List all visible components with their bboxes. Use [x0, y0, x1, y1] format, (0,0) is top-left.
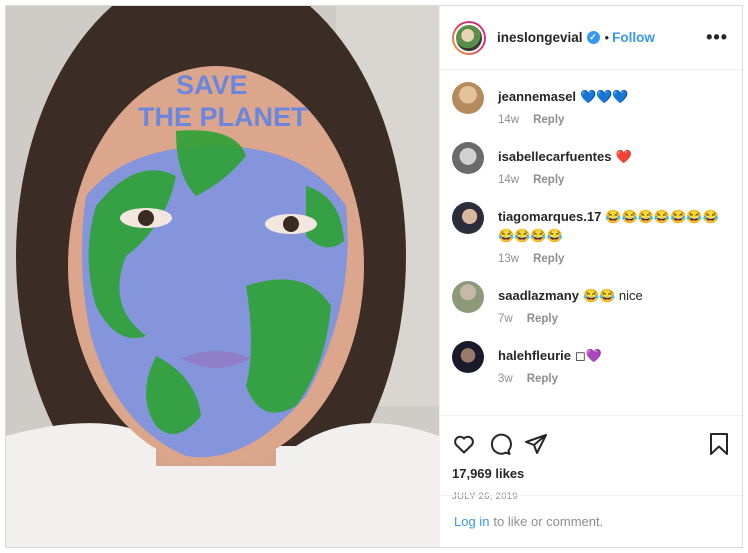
- comment-text: ◻💜: [574, 348, 602, 363]
- commenter-avatar[interactable]: [452, 142, 484, 174]
- comment-time: 13w: [498, 253, 520, 265]
- comment-item: halehfleurie ◻💜 3w Reply: [452, 339, 730, 385]
- commenter-username[interactable]: saadlazmany: [498, 288, 579, 303]
- selfie-face-paint-image: SAVE THE PLANET: [6, 6, 439, 547]
- comment-text: 💙💙💙: [580, 89, 629, 104]
- commenter-username[interactable]: tiagomarques.17: [498, 209, 601, 224]
- comment-item: saadlazmany 😂😂 nice 7w Reply: [452, 279, 730, 325]
- reply-button[interactable]: Reply: [527, 313, 558, 325]
- comments-list: jeannemasel 💙💙💙 14w Reply isabellecarfuent…: [440, 70, 742, 415]
- commenter-username[interactable]: isabellecarfuentes: [498, 149, 611, 164]
- likes-count[interactable]: 17,969 likes: [452, 466, 730, 481]
- post-photo[interactable]: SAVE THE PLANET: [6, 6, 439, 547]
- reply-button[interactable]: Reply: [533, 174, 564, 186]
- comment-time: 3w: [498, 373, 513, 385]
- author-avatar[interactable]: [452, 20, 486, 55]
- comment-item: isabellecarfuentes ❤️ 14w Reply: [452, 140, 730, 186]
- commenter-avatar[interactable]: [452, 202, 484, 234]
- commenter-avatar[interactable]: [452, 281, 484, 313]
- comment-item: jeannemasel 💙💙💙 14w Reply: [452, 80, 730, 126]
- post-actions: 17,969 likes JULY 26, 2019: [440, 415, 742, 502]
- login-link[interactable]: Log in: [454, 514, 489, 529]
- comment-icon[interactable]: [488, 432, 512, 456]
- login-prompt-text: to like or comment.: [493, 514, 604, 529]
- comment-time: 14w: [498, 174, 520, 186]
- commenter-username[interactable]: halehfleurie: [498, 348, 571, 363]
- instagram-post: SAVE THE PLANET ineslongevial ✓ • Follow…: [5, 5, 743, 548]
- comment-time: 14w: [498, 114, 520, 126]
- bookmark-icon[interactable]: [708, 432, 730, 456]
- post-header: ineslongevial ✓ • Follow •••: [440, 6, 742, 70]
- heart-icon[interactable]: [452, 432, 476, 456]
- author-username[interactable]: ineslongevial: [497, 30, 583, 45]
- comment-time: 7w: [498, 313, 513, 325]
- reply-button[interactable]: Reply: [527, 373, 558, 385]
- comment-item: tiagomarques.17 😂😂😂😂😂😂😂😂😂😂😂 13w Reply: [452, 200, 730, 265]
- more-options-icon[interactable]: •••: [706, 27, 728, 48]
- follow-button[interactable]: Follow: [612, 30, 655, 45]
- share-icon[interactable]: [524, 432, 548, 456]
- commenter-avatar[interactable]: [452, 82, 484, 114]
- post-sidebar: ineslongevial ✓ • Follow ••• jeannemasel…: [439, 6, 742, 547]
- login-prompt: Log in to like or comment.: [440, 495, 742, 547]
- commenter-avatar[interactable]: [452, 341, 484, 373]
- forehead-text-save: SAVE: [176, 70, 248, 100]
- comment-text: ❤️: [615, 149, 632, 164]
- reply-button[interactable]: Reply: [533, 114, 564, 126]
- separator-dot: •: [604, 30, 610, 45]
- commenter-username[interactable]: jeannemasel: [498, 89, 576, 104]
- comment-text: 😂😂 nice: [582, 288, 643, 303]
- verified-badge-icon: ✓: [586, 31, 600, 44]
- forehead-text-planet: THE PLANET: [138, 102, 308, 132]
- reply-button[interactable]: Reply: [533, 253, 564, 265]
